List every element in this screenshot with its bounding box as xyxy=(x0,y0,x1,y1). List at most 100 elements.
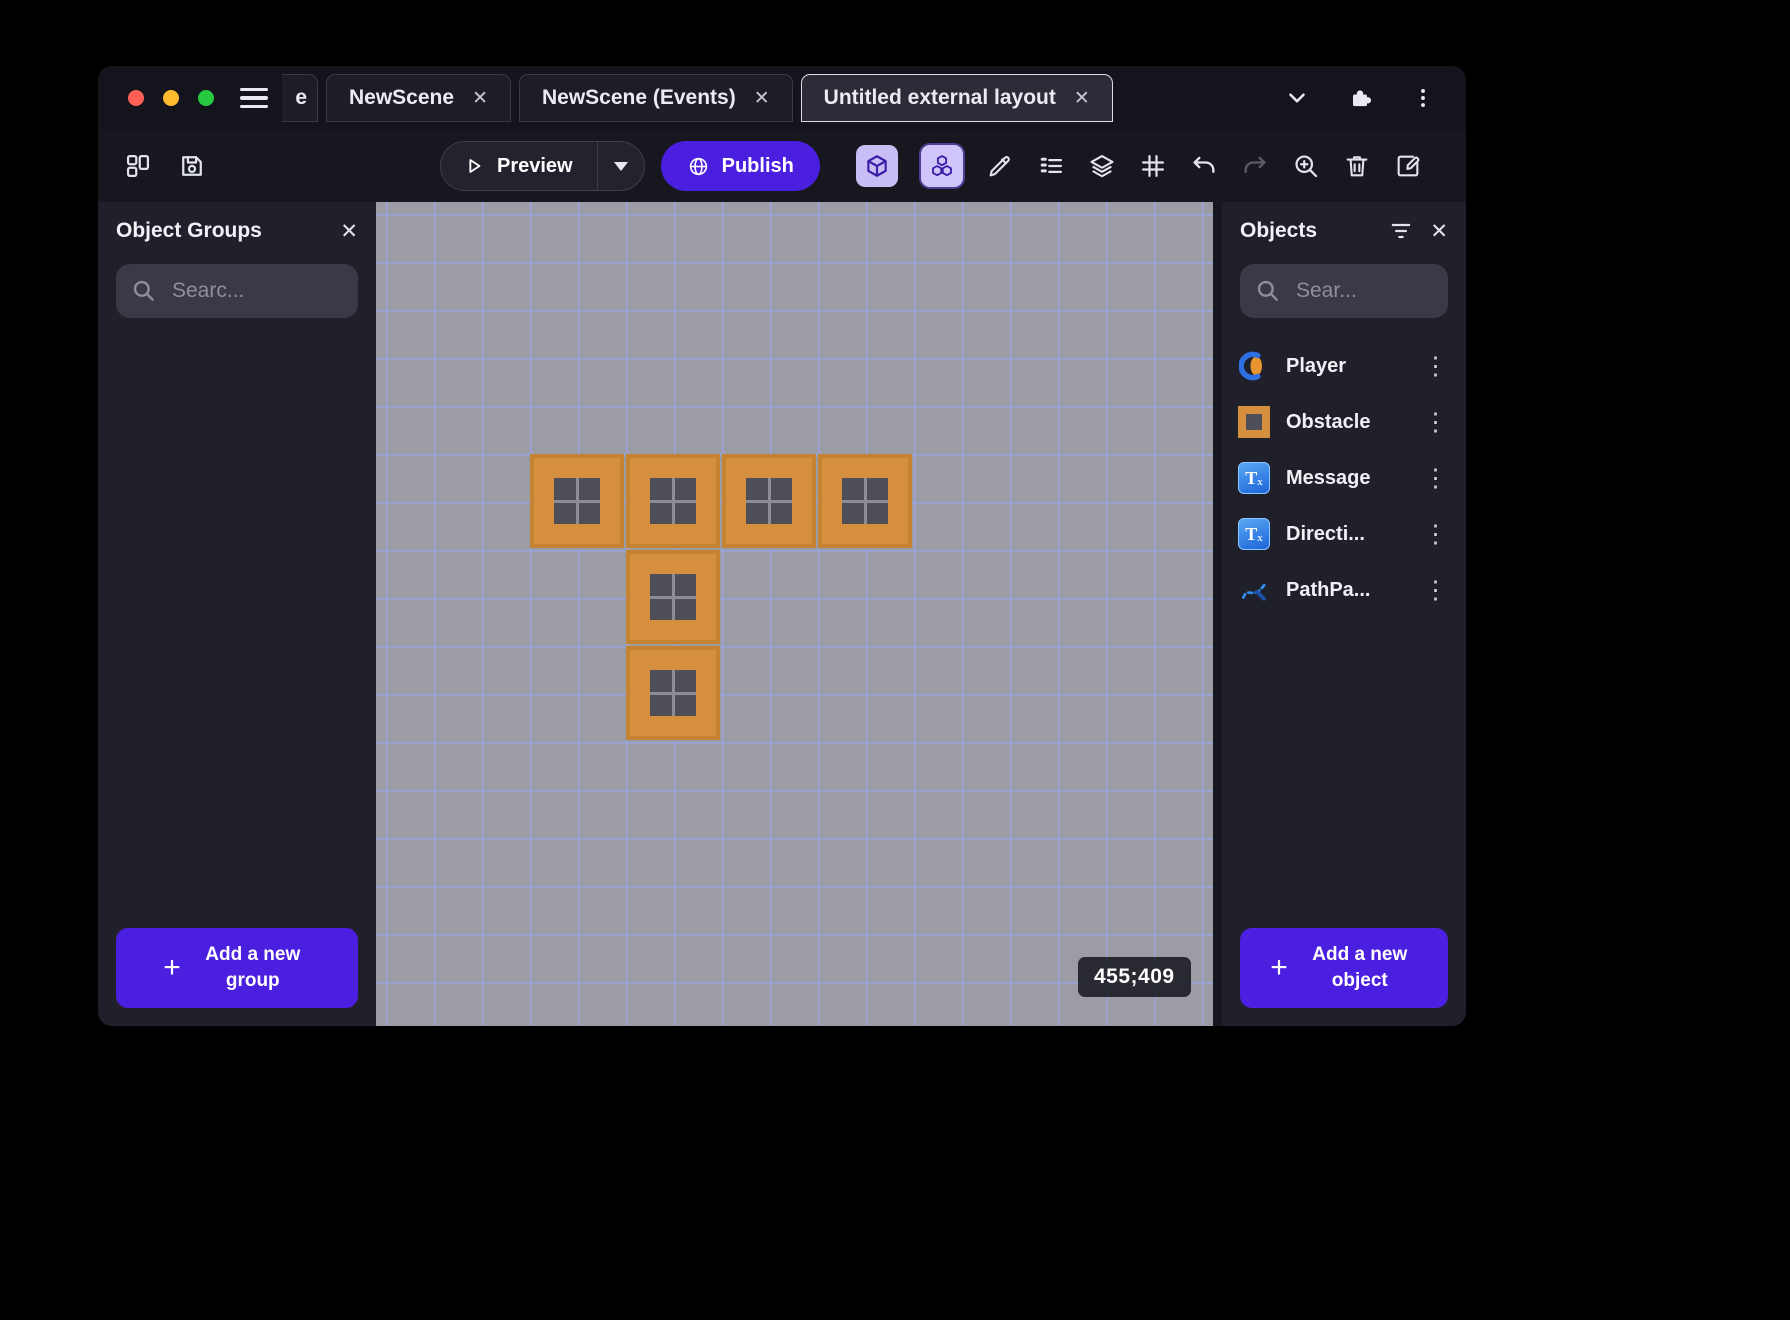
toolbar-left xyxy=(124,130,206,202)
obstacle-instance[interactable] xyxy=(722,454,816,548)
trash-icon[interactable] xyxy=(1343,152,1371,180)
preview-button[interactable]: Preview xyxy=(441,142,597,190)
kebab-menu-icon[interactable] xyxy=(1410,85,1436,111)
cursor-coordinates-badge: 455;409 xyxy=(1078,957,1191,997)
object-label: Obstacle xyxy=(1286,411,1405,434)
zoom-in-icon[interactable] xyxy=(1292,152,1320,180)
globe-icon xyxy=(687,155,710,178)
objects-header: Objects ✕ xyxy=(1222,202,1466,260)
object-row-pathpaint[interactable]: PathPa... ⋮ xyxy=(1222,562,1466,618)
kebab-menu-icon[interactable]: ⋮ xyxy=(1421,410,1450,435)
search-icon xyxy=(1255,278,1281,304)
obstacle-instance[interactable] xyxy=(626,550,720,644)
kebab-menu-icon[interactable]: ⋮ xyxy=(1421,354,1450,379)
objects-search xyxy=(1240,264,1448,318)
object-row-obstacle[interactable]: Obstacle ⋮ xyxy=(1222,394,1466,450)
preview-button-label: Preview xyxy=(497,155,573,178)
filter-icon[interactable] xyxy=(1388,218,1414,244)
object-row-directions[interactable]: Tx Directi... ⋮ xyxy=(1222,506,1466,562)
close-tab-icon[interactable]: ✕ xyxy=(754,87,770,110)
menu-icon[interactable] xyxy=(240,88,268,109)
tab-label: NewScene xyxy=(349,86,454,110)
save-icon[interactable] xyxy=(178,152,206,180)
tab-strip: e NewScene ✕ NewScene (Events) ✕ Untitle… xyxy=(282,74,1113,122)
app-window: e NewScene ✕ NewScene (Events) ✕ Untitle… xyxy=(98,66,1466,1026)
close-tab-icon[interactable]: ✕ xyxy=(1074,87,1090,110)
cube-3d-icon xyxy=(864,153,890,179)
object-label: PathPa... xyxy=(1286,579,1405,602)
tab-newscene[interactable]: NewScene ✕ xyxy=(326,74,511,122)
obstacle-instance[interactable] xyxy=(530,454,624,548)
cubes-stack-icon xyxy=(929,153,955,179)
play-icon xyxy=(463,155,485,177)
text-object-icon: Tx xyxy=(1238,462,1270,494)
object-groups-title: Object Groups xyxy=(116,219,324,243)
desktop-background: e NewScene ✕ NewScene (Events) ✕ Untitle… xyxy=(0,0,1790,1320)
text-object-icon: Tx xyxy=(1238,518,1270,550)
toolbar-center: Preview Publish xyxy=(440,130,820,202)
object-groups-search xyxy=(116,264,358,318)
obstacle-instance[interactable] xyxy=(818,454,912,548)
main-area: Object Groups ✕ + Add a new group xyxy=(98,202,1466,1026)
obstacle-instance[interactable] xyxy=(626,454,720,548)
extensions-puzzle-icon[interactable] xyxy=(1346,84,1374,112)
publish-button[interactable]: Publish xyxy=(661,141,820,191)
plus-icon: + xyxy=(163,953,181,983)
objects-title: Objects xyxy=(1240,219,1372,243)
close-window-button[interactable] xyxy=(128,90,144,106)
toolbar: Preview Publish xyxy=(98,130,1466,202)
object-label: Message xyxy=(1286,467,1405,490)
add-object-label: Add a new object xyxy=(1302,942,1418,993)
preview-options-button[interactable] xyxy=(597,142,644,190)
3d-view-toggle[interactable] xyxy=(856,145,898,187)
objects-list: Player ⋮ Obstacle ⋮ Tx Message ⋮ Tx xyxy=(1222,338,1466,618)
redo-icon[interactable] xyxy=(1241,152,1269,180)
object-groups-panel: Object Groups ✕ + Add a new group xyxy=(98,202,376,1026)
toolbar-tools xyxy=(856,130,1448,202)
caret-down-icon xyxy=(614,162,628,171)
project-manager-icon[interactable] xyxy=(124,152,152,180)
obstacle-icon xyxy=(1238,406,1270,438)
tab-untitled-external-layout[interactable]: Untitled external layout ✕ xyxy=(801,74,1113,122)
tab-bar-right-actions xyxy=(1284,84,1466,112)
grid-icon[interactable] xyxy=(1139,152,1167,180)
obstacle-instance[interactable] xyxy=(626,646,720,740)
chevron-down-icon[interactable] xyxy=(1284,85,1310,111)
tab-bar: e NewScene ✕ NewScene (Events) ✕ Untitle… xyxy=(98,66,1466,130)
tab-clipped[interactable]: e xyxy=(282,74,318,122)
undo-icon[interactable] xyxy=(1190,152,1218,180)
layers-icon[interactable] xyxy=(1088,152,1116,180)
tab-label: e xyxy=(295,86,307,110)
close-tab-icon[interactable]: ✕ xyxy=(472,87,488,110)
tab-label: Untitled external layout xyxy=(824,86,1056,110)
object-row-message[interactable]: Tx Message ⋮ xyxy=(1222,450,1466,506)
object-row-player[interactable]: Player ⋮ xyxy=(1222,338,1466,394)
edit-properties-icon[interactable] xyxy=(1394,152,1422,180)
close-panel-icon[interactable]: ✕ xyxy=(340,221,358,242)
instances-list-icon[interactable] xyxy=(1037,152,1065,180)
plus-icon: + xyxy=(1270,953,1288,983)
kebab-menu-icon[interactable]: ⋮ xyxy=(1421,578,1450,603)
search-icon xyxy=(131,278,157,304)
add-group-button[interactable]: + Add a new group xyxy=(116,928,358,1008)
player-icon xyxy=(1238,350,1270,382)
add-object-button[interactable]: + Add a new object xyxy=(1240,928,1448,1008)
objects-view-toggle[interactable] xyxy=(921,145,963,187)
minimize-window-button[interactable] xyxy=(163,90,179,106)
window-controls xyxy=(128,90,214,106)
zoom-window-button[interactable] xyxy=(198,90,214,106)
object-groups-header: Object Groups ✕ xyxy=(98,202,376,260)
object-label: Player xyxy=(1286,355,1405,378)
kebab-menu-icon[interactable]: ⋮ xyxy=(1421,466,1450,491)
publish-button-label: Publish xyxy=(722,155,794,178)
add-group-label: Add a new group xyxy=(195,942,311,993)
close-panel-icon[interactable]: ✕ xyxy=(1430,221,1448,242)
tab-label: NewScene (Events) xyxy=(542,86,736,110)
path-icon xyxy=(1238,574,1270,606)
scene-canvas[interactable]: 455;409 xyxy=(376,202,1213,1026)
kebab-menu-icon[interactable]: ⋮ xyxy=(1421,522,1450,547)
object-label: Directi... xyxy=(1286,523,1405,546)
pencil-edit-icon[interactable] xyxy=(986,152,1014,180)
tab-newscene-events[interactable]: NewScene (Events) ✕ xyxy=(519,74,793,122)
preview-split-button: Preview xyxy=(440,141,645,191)
